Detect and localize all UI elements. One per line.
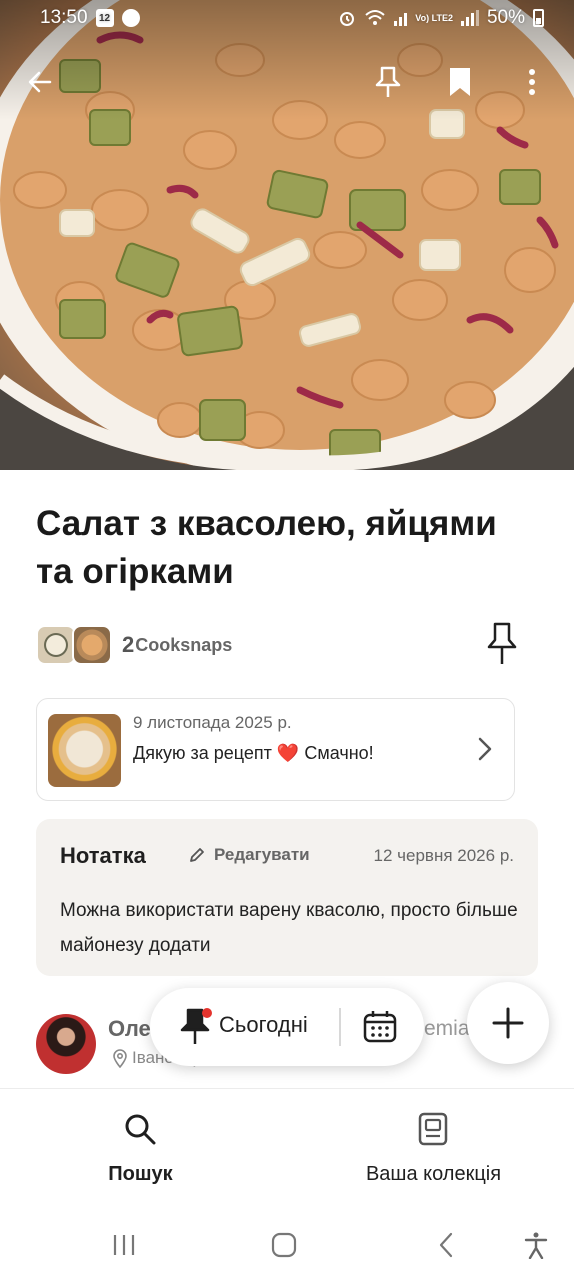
calendar-icon[interactable] xyxy=(362,1009,398,1045)
arrow-left-icon xyxy=(28,71,52,93)
cooksnap-card[interactable]: 9 листопада 2025 р. Дякую за рецепт ❤️ С… xyxy=(36,698,515,801)
status-bar: 13:50 12 Vo) LTE2 50% xyxy=(0,0,574,36)
chevron-right-icon xyxy=(478,737,492,761)
cooksnap-photo xyxy=(48,714,121,787)
today-plan-pill[interactable]: Сьогодні xyxy=(150,988,424,1066)
bottom-navigation: Пошук Ваша колекція xyxy=(0,1088,574,1210)
personal-note: Нотатка Редагувати 12 червня 2026 р. Мож… xyxy=(36,819,538,976)
more-vertical-icon xyxy=(529,69,535,95)
signal-2-icon xyxy=(460,10,479,26)
navigation-app-icon xyxy=(121,9,140,27)
edit-note-button[interactable]: Редагувати xyxy=(188,845,310,865)
status-right: Vo) LTE2 50% xyxy=(338,7,544,29)
add-button[interactable] xyxy=(467,982,549,1064)
back-icon xyxy=(439,1232,453,1258)
recent-apps-button[interactable] xyxy=(106,1230,142,1260)
cooksnap-thumbnail xyxy=(36,625,76,665)
alarm-icon xyxy=(340,12,355,26)
cooksnap-comment: Дякую за рецепт ❤️ Смачно! xyxy=(133,743,374,764)
cooksnap-thumbnails xyxy=(36,625,112,665)
pin-icon xyxy=(487,622,517,664)
cooksnap-thumbnail xyxy=(72,625,112,665)
heart-emoji: ❤️ xyxy=(276,743,300,763)
nav-label-collection: Ваша колекція xyxy=(365,1163,502,1185)
bookmark-button[interactable] xyxy=(440,62,480,102)
wifi-icon xyxy=(365,10,385,25)
system-navigation-bar xyxy=(0,1210,574,1280)
cooksnap-text-end: Смачно! xyxy=(299,743,374,763)
note-date: 12 червня 2026 р. xyxy=(373,846,514,865)
status-time: 13:50 xyxy=(40,7,88,28)
more-options-button[interactable] xyxy=(512,62,552,102)
lte-indicator: Vo) LTE2 xyxy=(415,12,453,23)
bookmark-icon xyxy=(450,68,470,96)
cooksnaps-count: 2 xyxy=(122,632,135,657)
location-pin-icon xyxy=(113,1049,127,1068)
avatar xyxy=(36,1014,96,1074)
pin-recipe-button[interactable] xyxy=(480,620,524,668)
nav-label-search: Пошук xyxy=(108,1163,173,1185)
recipe-title: Салат з квасолею, яйцями та огірками xyxy=(36,504,497,591)
note-title: Нотатка xyxy=(60,843,146,868)
accessibility-icon xyxy=(524,1232,548,1259)
notification-dot xyxy=(202,1008,212,1018)
pin-button[interactable] xyxy=(368,62,408,102)
pencil-icon xyxy=(190,848,204,862)
collection-icon xyxy=(418,1112,448,1146)
home-icon xyxy=(271,1232,297,1258)
cooksnaps-summary[interactable]: 2 Cooksnaps xyxy=(36,624,232,666)
notification-badge-icon: 12 xyxy=(95,9,114,27)
today-label: Сьогодні xyxy=(219,1012,308,1037)
battery-percent: 50% xyxy=(486,7,525,28)
accessibility-button[interactable] xyxy=(518,1230,554,1260)
home-button[interactable] xyxy=(266,1230,302,1260)
author-name: Оле xyxy=(108,1016,151,1041)
pin-icon xyxy=(375,66,401,97)
battery-icon xyxy=(533,9,544,27)
nav-item-collection[interactable]: Ваша колекція xyxy=(287,1089,574,1211)
recipe-hero-image xyxy=(0,0,574,470)
cooksnap-text-start: Дякую за рецепт xyxy=(133,743,277,763)
note-body: Можна використати варену квасолю, просто… xyxy=(60,900,518,956)
salad-illustration xyxy=(0,0,574,470)
back-button[interactable] xyxy=(20,62,60,102)
nav-item-search[interactable]: Пошук xyxy=(0,1089,287,1211)
system-back-button[interactable] xyxy=(428,1230,464,1260)
cooksnaps-label: Cooksnaps xyxy=(135,634,233,655)
recent-apps-icon xyxy=(113,1235,135,1255)
search-icon xyxy=(125,1114,156,1145)
cooksnap-date: 9 листопада 2025 р. xyxy=(133,713,292,732)
edit-note-label: Редагувати xyxy=(214,845,310,864)
pill-divider xyxy=(339,1008,341,1046)
status-left: 13:50 12 xyxy=(40,7,140,29)
plus-icon xyxy=(492,1007,524,1039)
obscured-label: emia xyxy=(424,1017,470,1040)
signal-1-icon xyxy=(394,10,408,26)
